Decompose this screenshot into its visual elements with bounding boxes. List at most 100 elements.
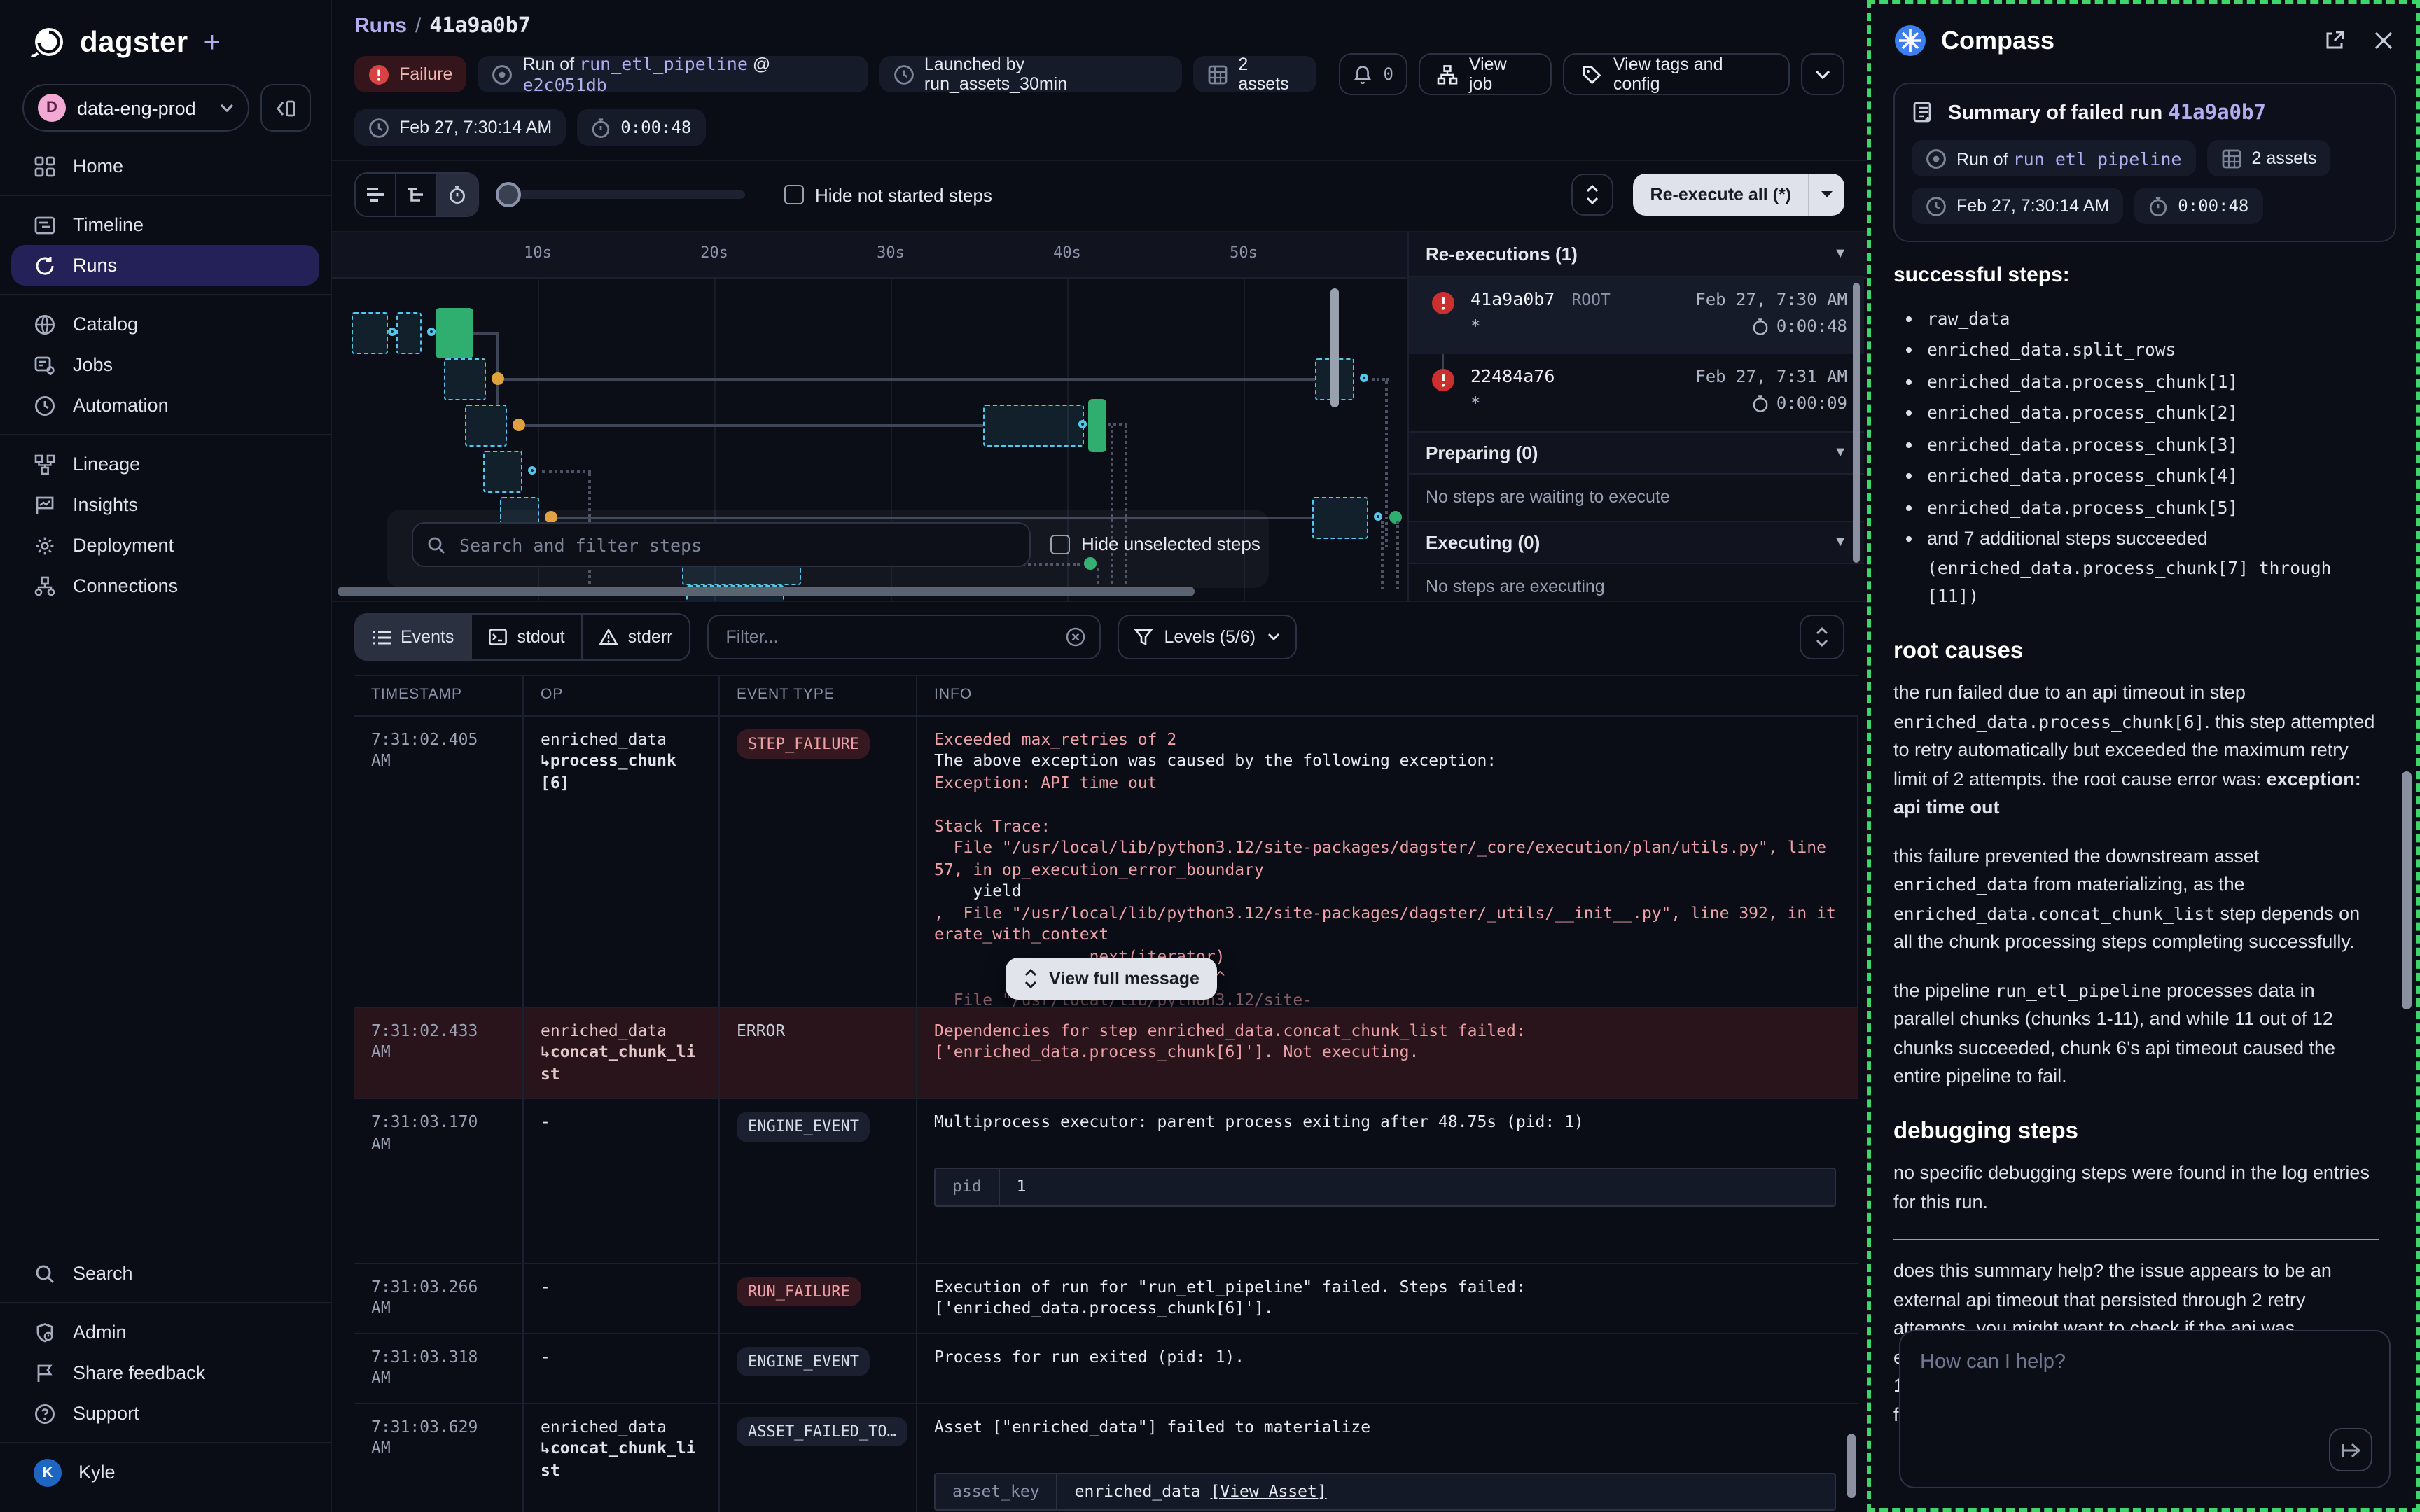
launched-by-tag[interactable]: Launched by run_assets_30min	[879, 56, 1183, 92]
assets-tag[interactable]: 2 assets	[1193, 56, 1316, 92]
gantt-connector	[525, 424, 983, 427]
executing-section-header[interactable]: Executing (0) ▼	[1409, 521, 1864, 563]
event-row-engine[interactable]: 7:31:03.170 AM - ENGINE_EVENT Multiproce…	[354, 1099, 1858, 1264]
open-external-icon[interactable]	[2321, 27, 2349, 55]
sidebar-item-search[interactable]: Search	[0, 1253, 331, 1294]
gantt-step-bar[interactable]	[396, 312, 422, 354]
divider	[0, 434, 331, 435]
timed-view-button[interactable]	[437, 174, 478, 216]
levels-filter-button[interactable]: Levels (5/6)	[1118, 615, 1296, 659]
chevron-down-icon	[1267, 633, 1279, 641]
reexec-scrollbar[interactable]	[1853, 283, 1860, 563]
gantt-horizontal-scrollbar[interactable]	[338, 587, 1195, 596]
gantt-vertical-scrollbar[interactable]	[1330, 288, 1339, 407]
run-duration: 0:00:48	[620, 118, 691, 137]
sidebar-item-label: Deployment	[73, 535, 174, 556]
user-menu[interactable]: K Kyle	[0, 1452, 331, 1492]
gantt-step-bar[interactable]	[352, 312, 388, 354]
clear-filter-icon[interactable]	[1066, 627, 1085, 647]
org-selector[interactable]: D data-eng-prod	[22, 84, 249, 132]
sidebar-item-catalog[interactable]: Catalog	[0, 304, 331, 344]
sidebar-item-label: Lineage	[73, 454, 140, 475]
sidebar-item-insights[interactable]: Insights	[0, 484, 331, 525]
sidebar-item-admin[interactable]: Admin	[0, 1312, 331, 1352]
zoom-slider-knob[interactable]	[496, 182, 521, 207]
event-row-asset-failed[interactable]: 7:31:03.629 AM enriched_data↳concat_chun…	[354, 1404, 1858, 1512]
compass-assets-tag[interactable]: 2 assets	[2206, 140, 2330, 176]
sidebar-item-timeline[interactable]: Timeline	[0, 204, 331, 245]
event-row-error[interactable]: 7:31:02.433 AM enriched_data↳concat_chun…	[354, 1007, 1858, 1099]
event-row-run-failure[interactable]: 7:31:03.266 AM - RUN_FAILURE Execution o…	[354, 1264, 1858, 1334]
gantt-step-bar[interactable]	[444, 358, 486, 400]
logo[interactable]: dagster +	[0, 20, 331, 78]
view-job-button[interactable]: View job	[1419, 53, 1552, 95]
event-info: Dependencies for step enriched_data.conc…	[917, 1007, 1858, 1098]
log-filter-input[interactable]	[723, 626, 1055, 648]
run-tags-row: Failure Run of run_etl_pipeline @ e2c051…	[354, 53, 1844, 95]
reexecute-all-button[interactable]: Re-execute all (*)	[1634, 174, 1844, 216]
tab-stdout[interactable]: stdout	[472, 615, 583, 659]
preparing-section-header[interactable]: Preparing (0) ▼	[1409, 431, 1864, 473]
sidebar-item-label: Connections	[73, 575, 178, 596]
gantt-step-bar[interactable]	[465, 405, 507, 447]
compass-chat-input[interactable]	[1917, 1348, 2372, 1429]
alerts-button[interactable]: 0	[1338, 53, 1407, 95]
event-timestamp: 7:31:03.170 AM	[354, 1099, 524, 1262]
sort-order-button[interactable]	[1572, 174, 1614, 216]
flat-view-button[interactable]	[356, 174, 396, 216]
sidebar-item-label: Catalog	[73, 314, 138, 335]
hide-unselected-checkbox[interactable]	[1050, 534, 1070, 554]
run-duration: 0:00:48	[1776, 316, 1847, 336]
gantt-step-bar[interactable]	[1312, 497, 1368, 539]
view-tags-config-button[interactable]: View tags and config	[1563, 53, 1790, 95]
sidebar-item-runs[interactable]: Runs	[11, 245, 319, 286]
sidebar-item-support[interactable]: Support	[0, 1393, 331, 1434]
lineage-icon	[34, 453, 56, 475]
event-row-step-failure[interactable]: 7:31:02.405 AM enriched_data↳process_chu…	[354, 716, 1858, 1007]
gantt-step-bar[interactable]	[983, 405, 1084, 447]
sidebar-item-label: Automation	[73, 395, 169, 416]
more-actions-button[interactable]	[1801, 53, 1844, 95]
sidebar-collapse-button[interactable]	[260, 84, 311, 132]
sidebar: dagster + D data-eng-prod Home Timeline	[0, 0, 332, 1512]
step-search-input[interactable]	[457, 533, 1015, 556]
tab-stderr[interactable]: stderr	[583, 615, 690, 659]
gantt-guide	[1385, 381, 1388, 547]
view-full-message-button[interactable]: View full message	[1006, 957, 1218, 999]
event-row-engine[interactable]: 7:31:03.318 AM - ENGINE_EVENT Process fo…	[354, 1334, 1858, 1404]
sidebar-item-home[interactable]: Home	[0, 146, 331, 186]
reexec-run-row[interactable]: 41a9a0b7ROOTFeb 27, 7:30 AM * 0:00:48	[1409, 277, 1864, 354]
run-of-text: Run of run_etl_pipeline @ e2c051db	[522, 53, 854, 95]
gantt-step-bar[interactable]	[483, 451, 522, 493]
reexecute-dropdown[interactable]	[1808, 174, 1844, 216]
sidebar-item-automation[interactable]: Automation	[0, 385, 331, 426]
tab-events[interactable]: Events	[356, 615, 472, 659]
gantt-step-bar-success[interactable]	[1088, 399, 1106, 452]
close-icon[interactable]	[2371, 28, 2396, 53]
compass-scrollbar[interactable]	[2402, 771, 2412, 1009]
reexecutions-header[interactable]: Re-executions (1) ▼	[1409, 232, 1864, 277]
log-filter-box	[707, 615, 1101, 659]
divider	[0, 195, 331, 196]
log-tabs: Events stdout stderr	[354, 613, 690, 661]
zoom-slider[interactable]	[499, 190, 745, 199]
sidebar-item-jobs[interactable]: Jobs	[0, 344, 331, 385]
event-metadata-table: pid1	[934, 1168, 1836, 1206]
compass-run-tag[interactable]: Run of run_etl_pipeline	[1912, 140, 2195, 176]
run-of-tag[interactable]: Run of run_etl_pipeline @ e2c051db	[478, 56, 868, 92]
hide-not-started-checkbox[interactable]	[784, 185, 804, 204]
breadcrumb-runs-link[interactable]: Runs	[354, 14, 407, 38]
expand-log-button[interactable]	[1800, 615, 1844, 659]
reexec-run-row[interactable]: 22484a76Feb 27, 7:31 AM * 0:00:09	[1409, 354, 1864, 431]
sidebar-item-connections[interactable]: Connections	[0, 566, 331, 606]
events-scrollbar[interactable]	[1847, 1434, 1856, 1498]
sidebar-item-deployment[interactable]: Deployment	[0, 525, 331, 566]
waterfall-view-button[interactable]	[396, 174, 437, 216]
view-asset-link[interactable]: [View Asset]	[1211, 1480, 1327, 1500]
gantt-step-bar-success[interactable]	[436, 308, 473, 358]
sidebar-item-lineage[interactable]: Lineage	[0, 444, 331, 484]
sidebar-item-share-feedback[interactable]: Share feedback	[0, 1352, 331, 1393]
timeline-icon	[34, 214, 56, 236]
send-button[interactable]	[2329, 1428, 2372, 1471]
event-op: enriched_data↳concat_chunk_list	[524, 1007, 720, 1098]
